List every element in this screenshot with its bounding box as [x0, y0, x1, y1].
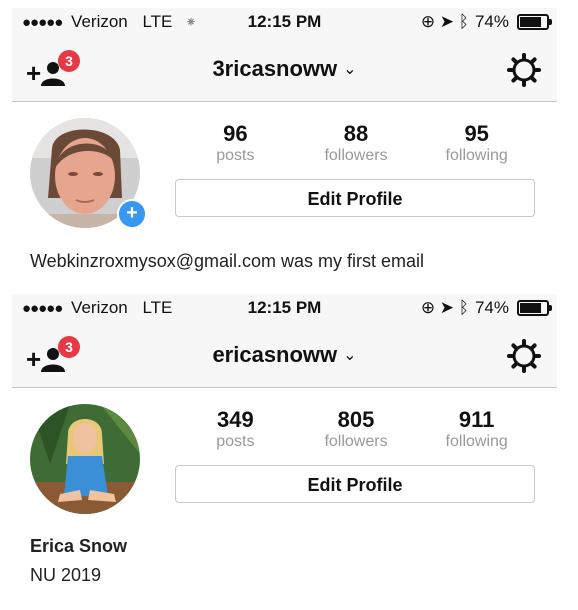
followers-label: followers — [324, 433, 388, 451]
posts-number: 96 — [223, 121, 248, 146]
profile-stats: 349 posts 805 followers 911 following — [175, 407, 537, 451]
battery-icon — [517, 300, 552, 316]
following-count[interactable]: 95 following — [416, 121, 537, 165]
chevron-down-icon: ⌄ — [343, 347, 357, 364]
add-photo-icon[interactable]: + — [117, 199, 147, 229]
gear-icon[interactable] — [507, 339, 541, 373]
battery-percent: 74% — [474, 12, 509, 31]
status-bar: ●●●●● Verizon LTE ⁕ 12:15 PM ⊕ ➤ ᛒ 74% — [12, 8, 557, 36]
posts-count[interactable]: 96 posts — [175, 121, 296, 165]
profile-avatar[interactable] — [30, 404, 140, 514]
profile-header: + 3 ericasnoww ⌄ — [12, 322, 557, 388]
status-indicators-icon: ⊕ ➤ ᛒ — [420, 12, 469, 31]
account-switcher[interactable]: 3ricasnoww ⌄ — [12, 56, 557, 82]
followers-label: followers — [324, 147, 388, 165]
battery-percent: 74% — [474, 298, 509, 317]
profile-stats: 96 posts 88 followers 95 following — [175, 121, 537, 165]
followers-count[interactable]: 88 followers — [296, 121, 417, 165]
gear-icon[interactable] — [507, 53, 541, 87]
status-bar: ●●●●● Verizon LTE 12:15 PM ⊕ ➤ ᛒ 74% — [12, 294, 557, 322]
following-label: following — [445, 433, 508, 451]
avatar-photo — [30, 404, 140, 514]
profile-bio: Webkinzroxmysox@gmail.com was my first e… — [30, 251, 425, 271]
following-number: 911 — [458, 407, 495, 432]
posts-count[interactable]: 349 posts — [175, 407, 296, 451]
following-count[interactable]: 911 following — [416, 407, 537, 451]
profile-header: + 3 3ricasnoww ⌄ — [12, 36, 557, 102]
posts-label: posts — [216, 147, 255, 165]
username-label: 3ricasnoww — [212, 56, 338, 81]
posts-number: 349 — [216, 407, 254, 432]
edit-profile-button[interactable]: Edit Profile — [175, 465, 535, 503]
status-indicators-icon: ⊕ ➤ ᛒ — [420, 298, 469, 317]
profile-bio: NU 2019 — [30, 565, 102, 585]
followers-number: 805 — [337, 407, 375, 432]
profile-screen-2: ●●●●● Verizon LTE 12:15 PM ⊕ ➤ ᛒ 74% + 3… — [0, 294, 578, 610]
username-label: ericasnoww — [212, 342, 338, 367]
following-label: following — [445, 147, 508, 165]
account-switcher[interactable]: ericasnoww ⌄ — [12, 342, 557, 368]
followers-count[interactable]: 805 followers — [296, 407, 417, 451]
following-number: 95 — [464, 121, 489, 146]
profile-screen-1: ●●●●● Verizon LTE ⁕ 12:15 PM ⊕ ➤ ᛒ 74% +… — [0, 0, 578, 286]
edit-profile-button[interactable]: Edit Profile — [175, 179, 535, 217]
chevron-down-icon: ⌄ — [343, 61, 357, 78]
posts-label: posts — [216, 433, 255, 451]
profile-full-name: Erica Snow — [30, 536, 128, 556]
battery-icon — [517, 14, 552, 30]
followers-number: 88 — [343, 121, 369, 146]
